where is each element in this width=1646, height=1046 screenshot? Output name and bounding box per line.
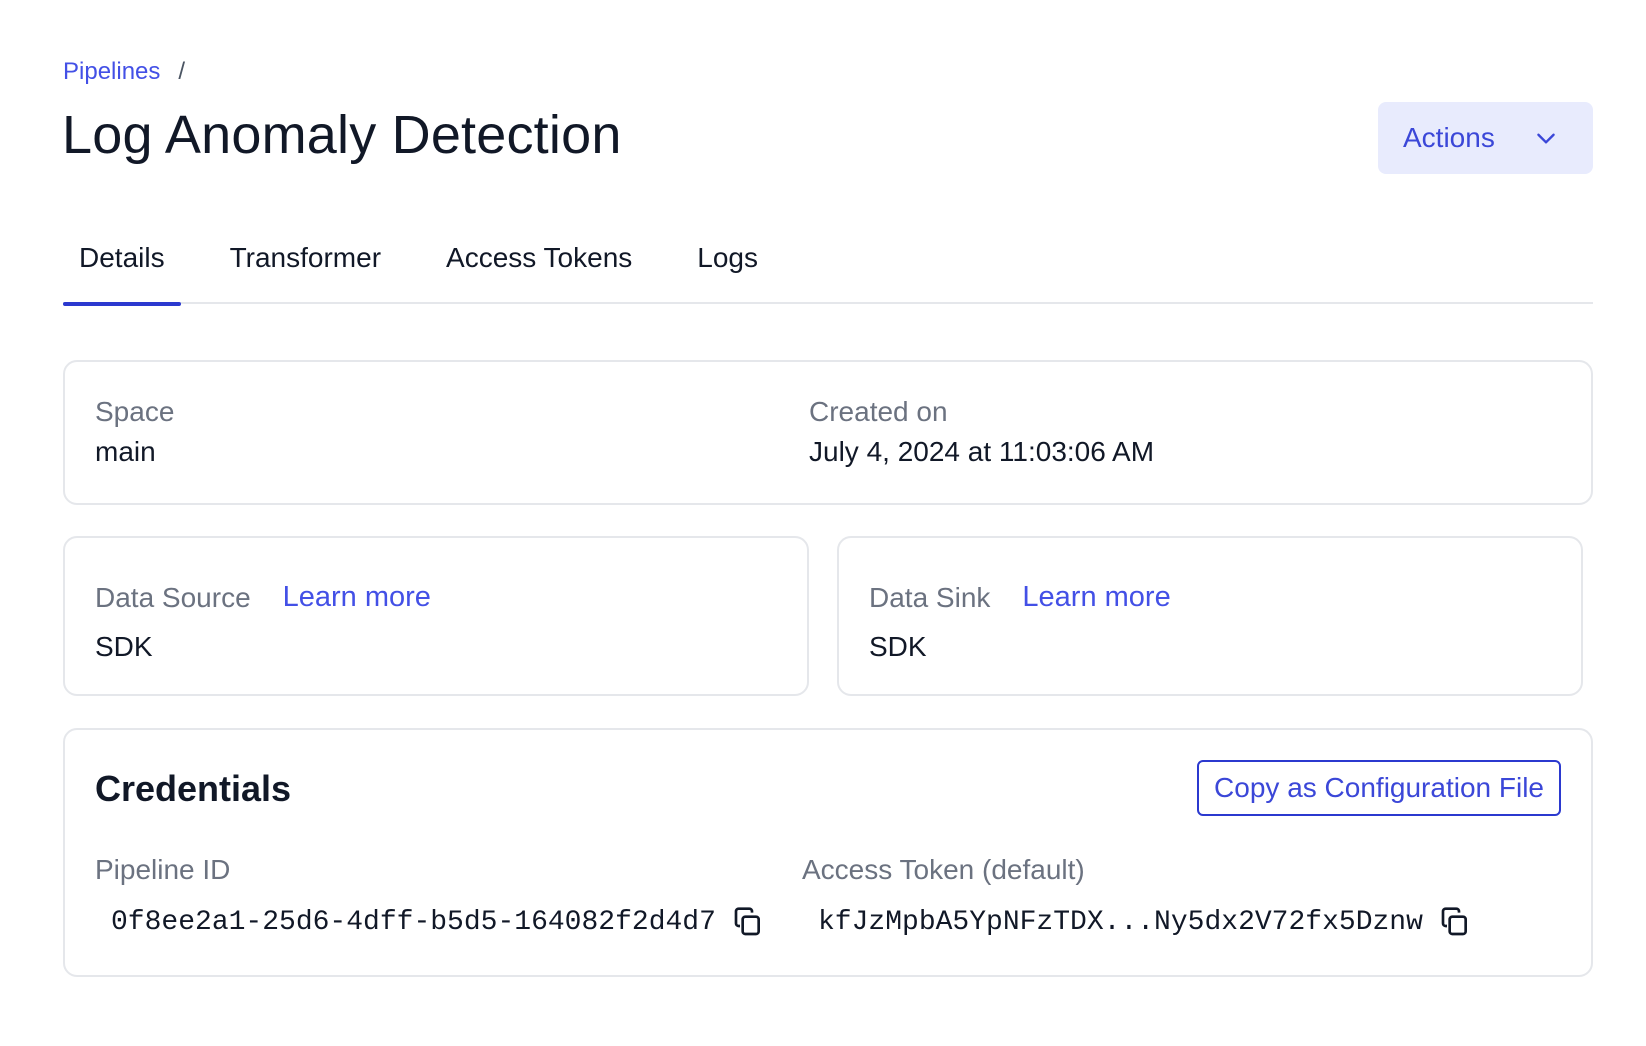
pipeline-details-page: Pipelines / Log Anomaly Detection Action… xyxy=(0,0,1646,1046)
space-value: main xyxy=(95,436,156,467)
space-label: Space xyxy=(95,396,175,427)
tab-bar: Details Transformer Access Tokens Logs xyxy=(63,226,1593,306)
copy-pipeline-id-icon[interactable] xyxy=(732,906,764,938)
overview-card: Space main Created on July 4, 2024 at 11… xyxy=(63,360,1593,505)
pipeline-id-field: Pipeline ID 0f8ee2a1-25d6-4dff-b5d5-1640… xyxy=(95,854,764,938)
data-source-value: SDK xyxy=(95,631,153,662)
page-title: Log Anomaly Detection xyxy=(62,105,622,165)
data-sink-label: Data Sink xyxy=(869,581,991,613)
created-on-field: Created on July 4, 2024 at 11:03:06 AM xyxy=(809,396,1154,468)
tab-details[interactable]: Details xyxy=(63,226,181,306)
access-token-field: Access Token (default) kfJzMpbA5YpNFzTDX… xyxy=(802,854,1471,938)
chevron-down-icon xyxy=(1537,133,1555,144)
tab-logs[interactable]: Logs xyxy=(681,226,774,304)
space-field: Space main xyxy=(95,396,174,468)
access-token-value: kfJzMpbA5YpNFzTDX...Ny5dx2V72fx5Dznw xyxy=(818,906,1423,938)
created-on-value: July 4, 2024 at 11:03:06 AM xyxy=(809,436,1155,467)
tab-transformer[interactable]: Transformer xyxy=(214,226,397,304)
pipeline-id-value: 0f8ee2a1-25d6-4dff-b5d5-164082f2d4d7 xyxy=(111,906,716,938)
actions-label: Actions xyxy=(1403,122,1495,153)
data-source-learn-more-link[interactable]: Learn more xyxy=(283,581,431,614)
data-source-card: Data Source Learn more SDK xyxy=(63,536,809,696)
credentials-card: Credentials Copy as Configuration File P… xyxy=(63,728,1593,977)
copy-access-token-icon[interactable] xyxy=(1439,906,1471,938)
credentials-title: Credentials xyxy=(95,768,292,809)
access-token-label: Access Token (default) xyxy=(802,854,1085,885)
data-source-label: Data Source xyxy=(95,581,251,613)
actions-dropdown-button[interactable]: Actions xyxy=(1378,102,1593,174)
copy-config-file-button[interactable]: Copy as Configuration File xyxy=(1197,760,1561,816)
created-on-label: Created on xyxy=(809,396,948,427)
breadcrumb-link-pipelines[interactable]: Pipelines xyxy=(63,58,160,86)
tab-access-tokens[interactable]: Access Tokens xyxy=(430,226,648,304)
pipeline-id-label: Pipeline ID xyxy=(95,854,231,885)
data-sink-value: SDK xyxy=(869,631,927,662)
data-sink-learn-more-link[interactable]: Learn more xyxy=(1022,581,1170,614)
breadcrumb: Pipelines / xyxy=(63,58,185,86)
breadcrumb-separator: / xyxy=(178,58,186,85)
data-sink-card: Data Sink Learn more SDK xyxy=(837,536,1583,696)
